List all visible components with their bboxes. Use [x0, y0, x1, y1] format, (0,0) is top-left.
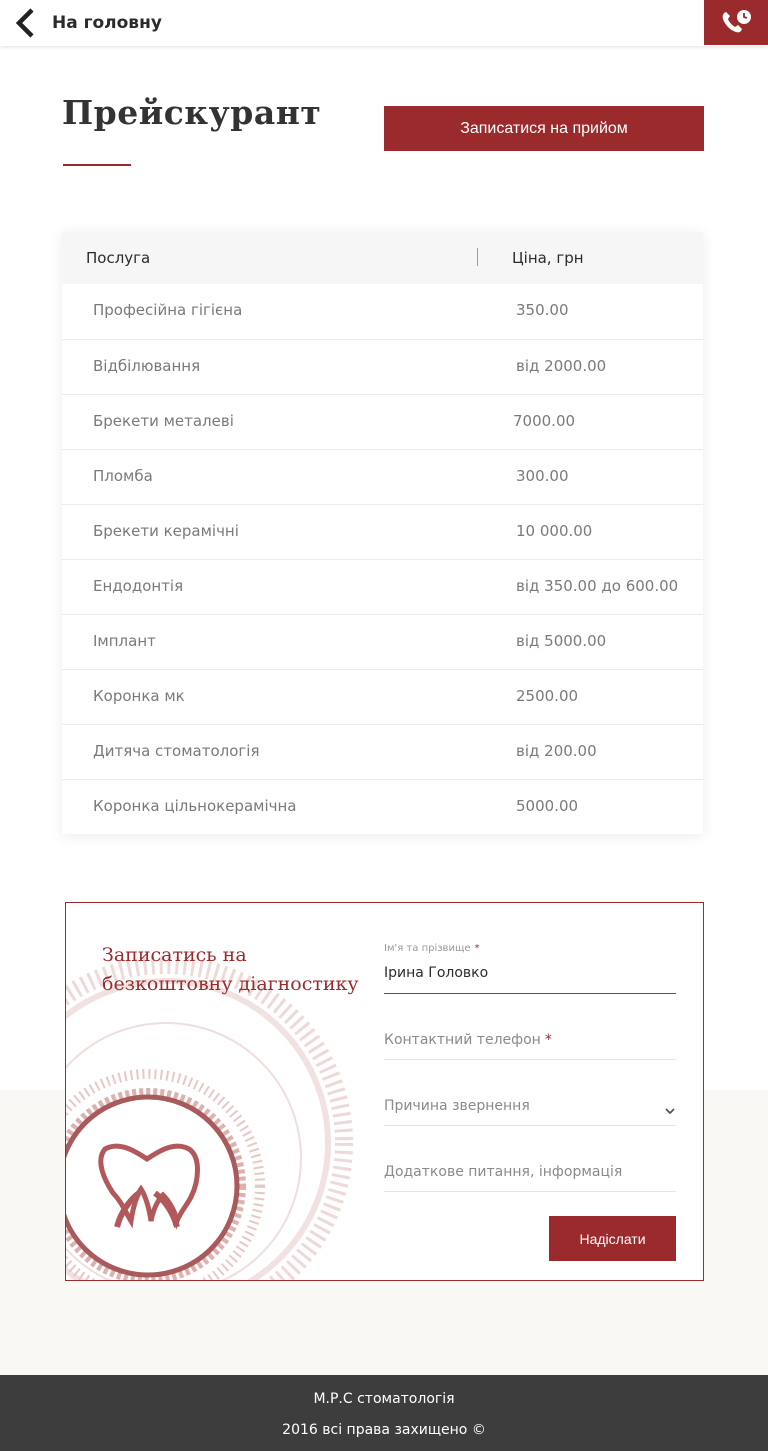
phone-placeholder: Контактний телефон *: [384, 1032, 552, 1048]
submit-button[interactable]: Надіслати: [549, 1216, 676, 1261]
phone-clock-icon: [720, 8, 752, 38]
footer: М.Р.С стоматологія 2016 всі права захище…: [0, 1375, 768, 1451]
table-row: Відбілювання від 2000.00: [62, 339, 703, 394]
table-row: Імплант від 5000.00: [62, 614, 703, 669]
table-row: Коронка цільнокерамічна 5000.00: [62, 779, 703, 834]
form-heading-line2: безкоштовну діагностику: [102, 973, 359, 995]
form-heading-line1: Записатись на: [102, 944, 247, 966]
price-table: Послуга Ціна, грн Професійна гігієна 350…: [62, 232, 703, 834]
title-underline: [63, 164, 131, 166]
chevron-left-icon: [14, 6, 38, 40]
footer-copyright: 2016 всі права захищено ©: [282, 1422, 486, 1438]
column-separator: [477, 248, 478, 266]
service-price: 10 000.00: [516, 522, 593, 540]
service-name: Відбілювання: [93, 357, 201, 375]
page-title: Прейскурант: [62, 93, 322, 132]
service-name: Брекети керамічні: [93, 522, 239, 540]
top-bar: На головну: [0, 0, 768, 46]
back-label: На головну: [52, 13, 162, 33]
book-appointment-button[interactable]: Записатися на прийом: [384, 106, 704, 151]
service-name: Імплант: [93, 632, 156, 650]
footer-brand: М.Р.С стоматологія: [313, 1391, 455, 1407]
price-table-header: Послуга Ціна, грн: [62, 232, 703, 284]
service-price: 300.00: [516, 467, 569, 485]
phone-field[interactable]: Контактний телефон *: [384, 1029, 676, 1060]
service-name: Професійна гігієна: [93, 301, 243, 319]
extra-info-field[interactable]: Додаткове питання, інформація: [384, 1161, 676, 1192]
name-field[interactable]: Ім'я та прізвище * Ірина Головко: [384, 943, 676, 994]
service-price: від 200.00: [516, 742, 597, 760]
table-row: Коронка мк 2500.00: [62, 669, 703, 724]
form-heading: Записатись на безкоштовну діагностику: [102, 941, 372, 999]
column-header-service: Послуга: [86, 249, 151, 267]
service-price: 7000.00: [513, 412, 576, 430]
diagnostic-signup-form: Записатись на безкоштовну діагностику Ім…: [65, 902, 704, 1281]
name-value: Ірина Головко: [384, 965, 489, 981]
chevron-down-icon: [664, 1101, 676, 1120]
table-row: Брекети керамічні 10 000.00: [62, 504, 703, 559]
service-name: Брекети металеві: [93, 412, 234, 430]
table-row: Брекети металеві 7000.00: [62, 394, 703, 449]
call-button[interactable]: [704, 0, 768, 45]
service-name: Коронка цільнокерамічна: [93, 797, 297, 815]
table-row: Ендодонтія від 350.00 до 600.00: [62, 559, 703, 614]
tooth-logo-icon: [91, 1141, 203, 1245]
service-price: 5000.00: [516, 797, 579, 815]
service-name: Ендодонтія: [93, 577, 184, 595]
service-name: Дитяча стоматологія: [93, 742, 260, 760]
service-price: від 2000.00: [516, 357, 607, 375]
service-price: 350.00: [516, 301, 569, 319]
price-table-body: Професійна гігієна 350.00 Відбілювання в…: [62, 284, 703, 834]
service-name: Коронка мк: [93, 687, 185, 705]
back-to-home-link[interactable]: На головну: [14, 6, 162, 40]
reason-select[interactable]: Причина звернення: [384, 1095, 676, 1126]
service-price: від 350.00 до 600.00: [516, 577, 679, 595]
column-header-price: Ціна, грн: [512, 249, 584, 267]
name-label: Ім'я та прізвище *: [384, 943, 480, 954]
service-price: 2500.00: [516, 687, 579, 705]
table-row: Дитяча стоматологія від 200.00: [62, 724, 703, 779]
table-row: Пломба 300.00: [62, 449, 703, 504]
service-name: Пломба: [93, 467, 153, 485]
extra-info-placeholder: Додаткове питання, інформація: [384, 1164, 623, 1180]
reason-placeholder: Причина звернення: [384, 1098, 530, 1114]
service-price: від 5000.00: [516, 632, 607, 650]
table-row: Професійна гігієна 350.00: [62, 284, 703, 339]
